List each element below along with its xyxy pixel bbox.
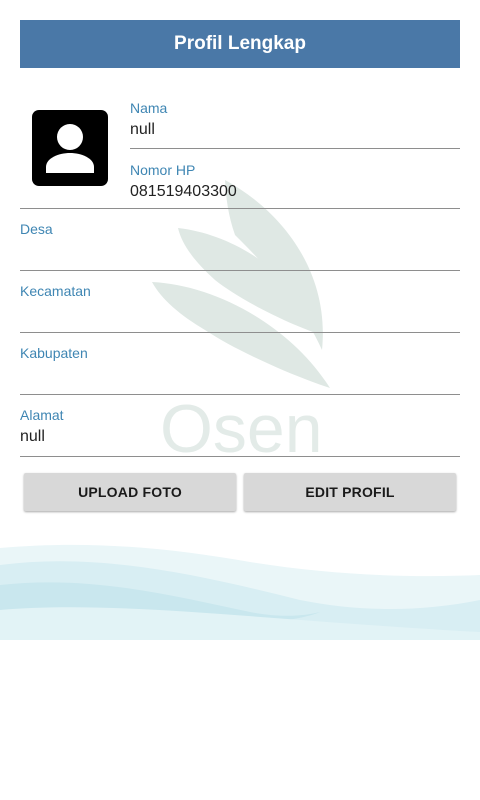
person-icon bbox=[46, 124, 94, 173]
field-desa: Desa bbox=[20, 221, 460, 271]
divider bbox=[20, 208, 460, 209]
field-nama: Nama null bbox=[130, 100, 460, 150]
field-alamat: Alamat null bbox=[20, 407, 460, 457]
avatar[interactable] bbox=[32, 110, 108, 186]
nomor-hp-value: 081519403300 bbox=[130, 183, 237, 200]
divider bbox=[20, 394, 460, 395]
alamat-label: Alamat bbox=[20, 407, 64, 423]
nama-label: Nama bbox=[130, 100, 168, 116]
divider bbox=[20, 270, 460, 271]
edit-profil-button[interactable]: EDIT PROFIL bbox=[244, 473, 456, 511]
divider bbox=[20, 456, 460, 457]
page-header: Profil Lengkap bbox=[20, 20, 460, 68]
alamat-value: null bbox=[20, 428, 45, 445]
kecamatan-label: Kecamatan bbox=[20, 283, 91, 299]
nama-value: null bbox=[130, 121, 155, 138]
field-kabupaten: Kabupaten bbox=[20, 345, 460, 395]
page-title: Profil Lengkap bbox=[174, 33, 306, 54]
field-kecamatan: Kecamatan bbox=[20, 283, 460, 333]
nomor-hp-label: Nomor HP bbox=[130, 162, 196, 178]
divider bbox=[20, 332, 460, 333]
kabupaten-label: Kabupaten bbox=[20, 345, 88, 361]
upload-foto-button[interactable]: UPLOAD FOTO bbox=[24, 473, 236, 511]
field-nomor-hp: Nomor HP 081519403300 bbox=[130, 162, 460, 210]
desa-label: Desa bbox=[20, 221, 53, 237]
edit-profil-label: EDIT PROFIL bbox=[305, 484, 395, 500]
upload-foto-label: UPLOAD FOTO bbox=[78, 484, 182, 500]
divider bbox=[130, 148, 460, 149]
